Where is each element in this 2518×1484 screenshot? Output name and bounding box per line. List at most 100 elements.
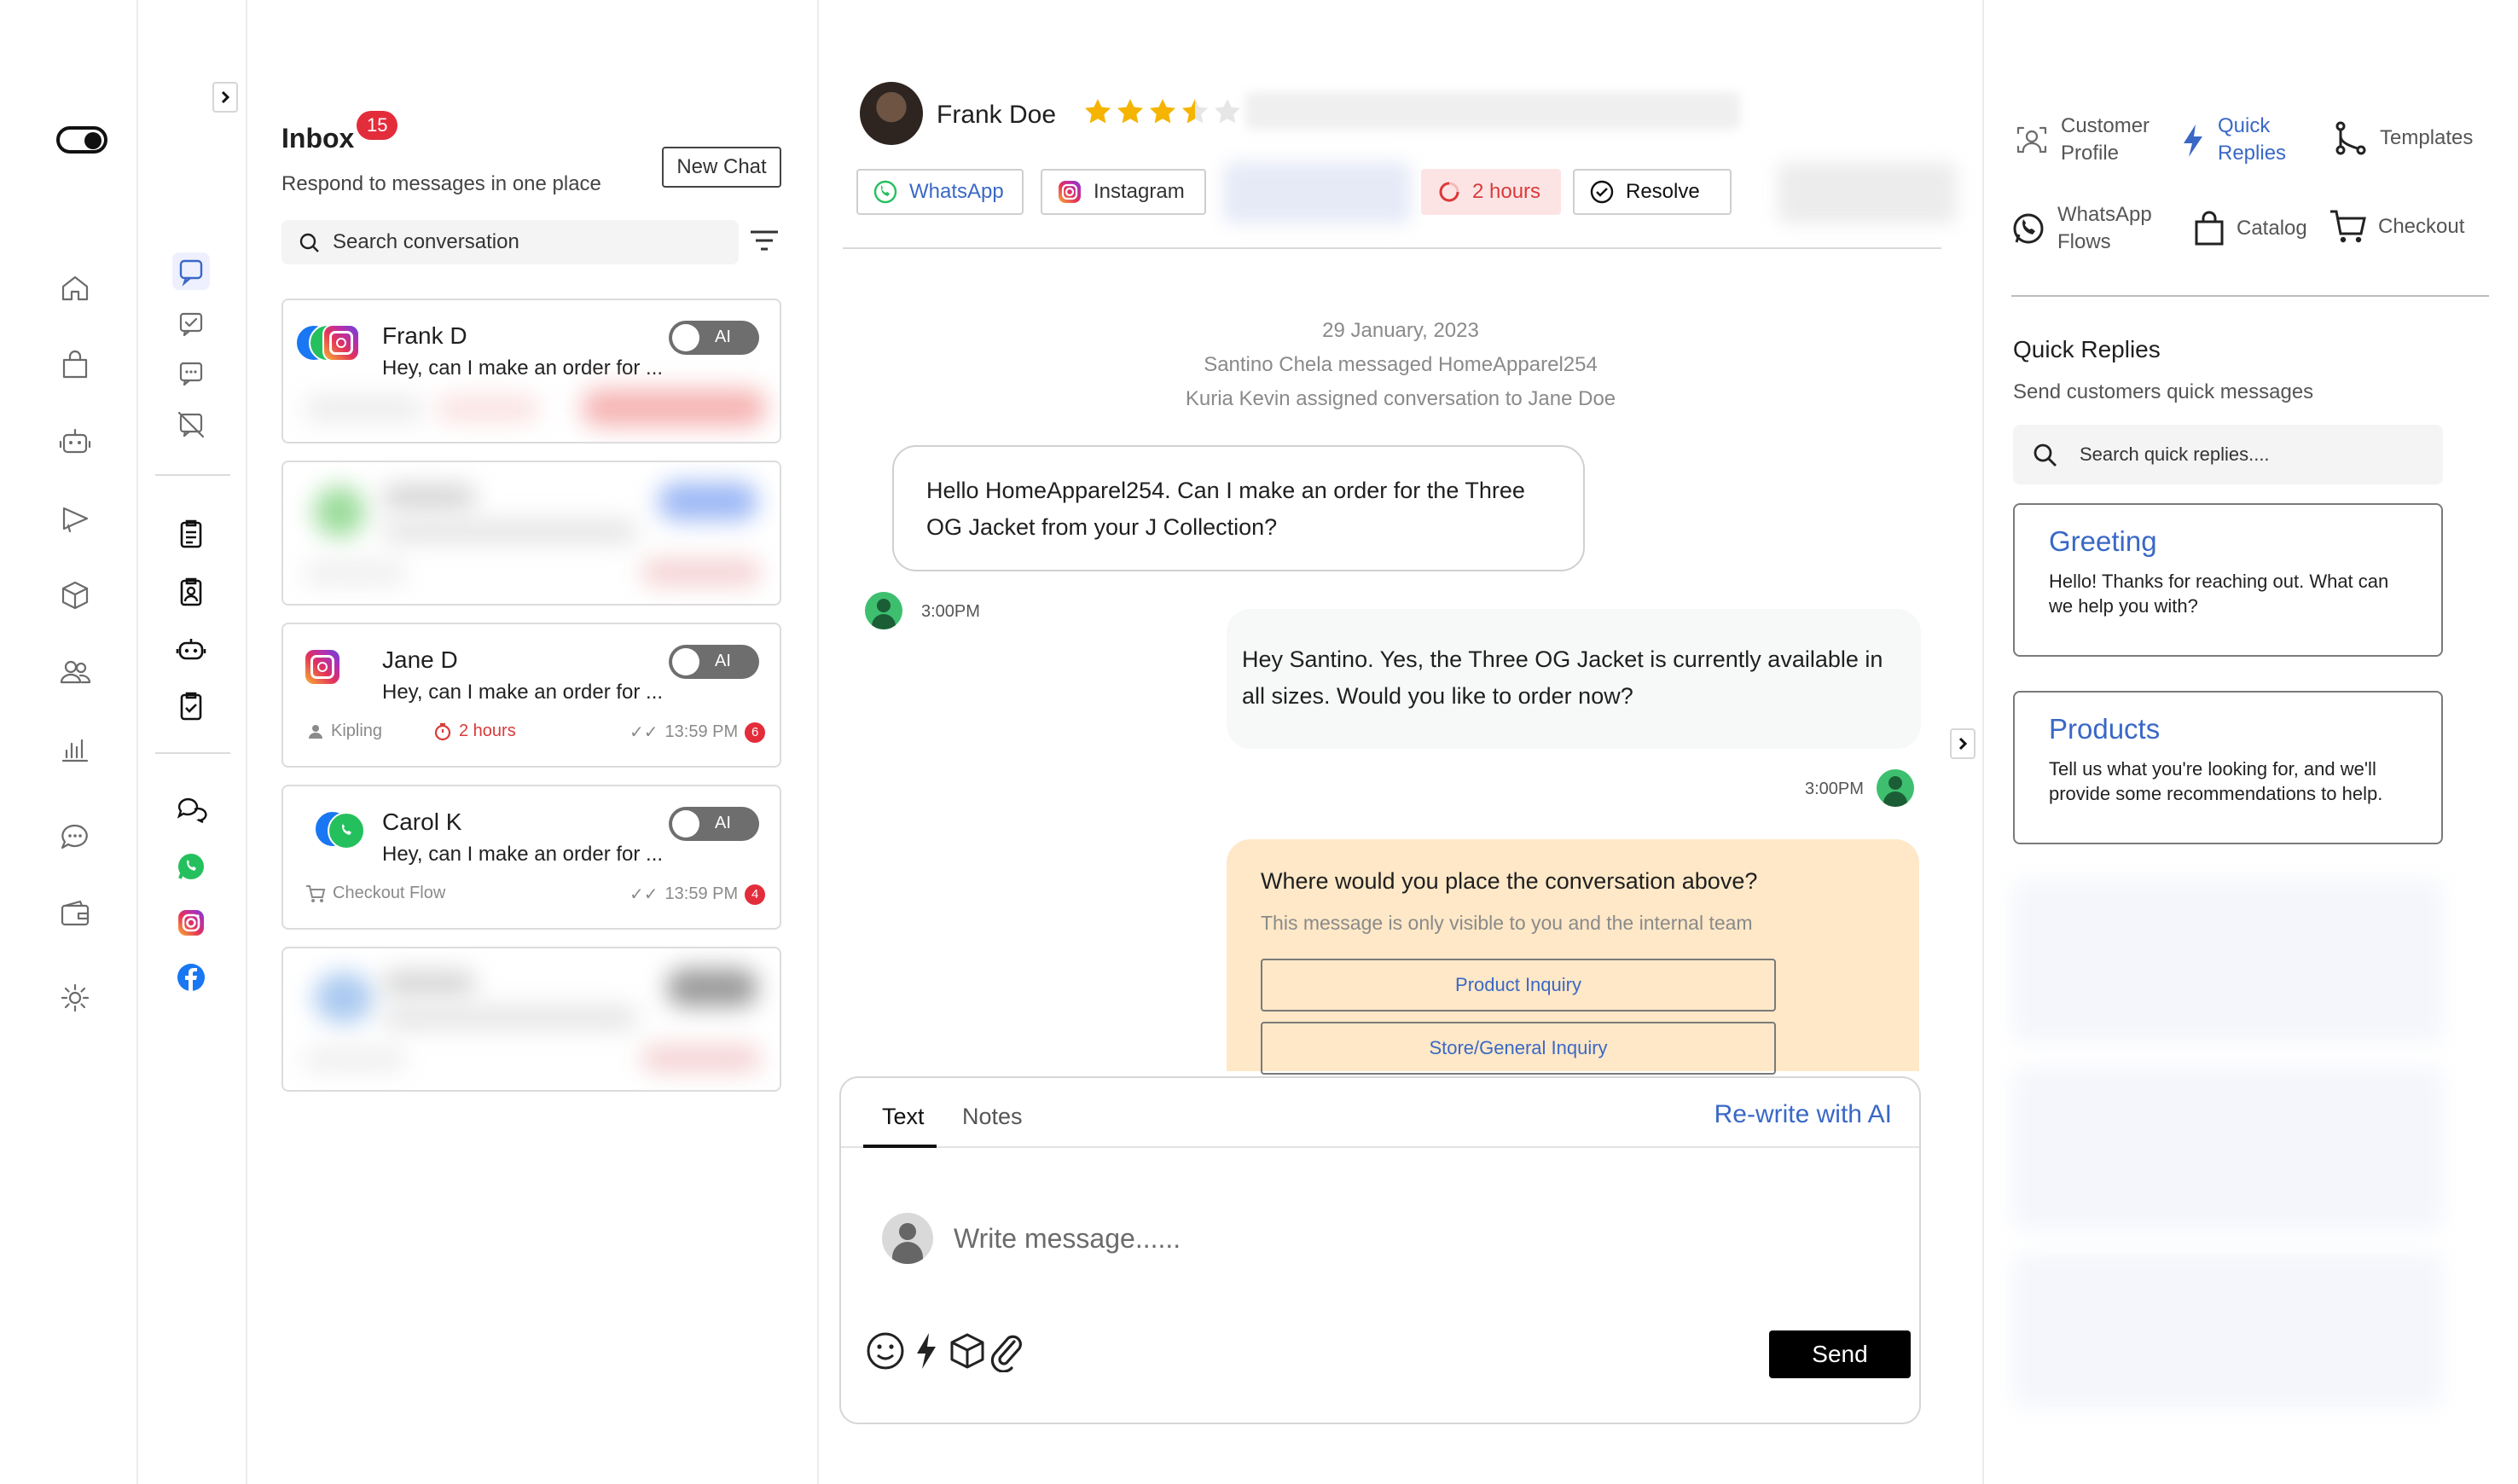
bot-face-icon[interactable]	[172, 631, 210, 669]
instagram-channel-chip[interactable]: Instagram	[1041, 169, 1206, 215]
shopping-bag-icon[interactable]	[56, 346, 94, 384]
search-icon	[2034, 443, 2057, 467]
collapse-right-panel-button[interactable]	[1950, 728, 1976, 759]
search-quick-replies-input[interactable]: Search quick replies....	[2013, 425, 2443, 484]
resolved-chat-icon[interactable]	[172, 305, 210, 343]
tab-notes[interactable]: Notes	[962, 1104, 1023, 1130]
templates-tool[interactable]: Templates	[2332, 119, 2473, 157]
whatsapp-channel-chip[interactable]: WhatsApp	[856, 169, 1024, 215]
user-icon	[309, 724, 322, 739]
contact-name: Frank Doe	[937, 101, 1057, 129]
inbox-unread-badge: 15	[357, 111, 398, 140]
users-icon[interactable]	[56, 653, 94, 691]
whatsapp-icon[interactable]	[172, 848, 210, 885]
clipboard-user-icon[interactable]	[172, 573, 210, 611]
quick-replies-tool[interactable]: Quick Replies	[2177, 113, 2286, 168]
tab-divider	[841, 1146, 1919, 1148]
new-chat-button[interactable]: New Chat	[662, 147, 781, 188]
system-event: Santino Chela messaged HomeApparel254	[1204, 353, 1598, 376]
internal-classification-prompt: Where would you place the conversation a…	[1227, 839, 1919, 1075]
instagram-icon[interactable]	[172, 904, 210, 942]
all-chats-icon[interactable]	[172, 252, 210, 290]
contact-avatar[interactable]	[860, 82, 923, 145]
tab-text[interactable]: Text	[882, 1104, 925, 1130]
pending-chat-icon[interactable]	[172, 355, 210, 392]
instagram-icon	[1059, 181, 1081, 203]
resolve-button[interactable]: Resolve	[1573, 169, 1732, 215]
ai-toggle[interactable]: AI	[669, 321, 759, 355]
agent-avatar	[1877, 769, 1914, 807]
muted-chat-icon[interactable]	[172, 406, 210, 443]
outgoing-message: Hey Santino. Yes, the Three OG Jacket is…	[1227, 609, 1921, 749]
box-icon[interactable]	[56, 577, 94, 614]
whatsapp-icon	[2013, 213, 2044, 244]
blurred-meta	[582, 389, 766, 426]
blurred-avatar	[314, 972, 374, 1023]
settings-gear-icon[interactable]	[56, 979, 94, 1017]
blurred-meta	[641, 559, 761, 585]
ai-toggle[interactable]: AI	[669, 645, 759, 679]
send-button[interactable]: Send	[1769, 1330, 1911, 1378]
cart-icon	[306, 884, 326, 902]
conversation-card-blurred[interactable]	[281, 947, 781, 1092]
divider	[155, 752, 230, 754]
checkout-tool[interactable]: Checkout	[2329, 208, 2464, 246]
product-inquiry-button[interactable]: Product Inquiry	[1261, 959, 1776, 1012]
conversation-card-carol[interactable]: f Carol K Hey, can I make an order for .…	[281, 785, 781, 930]
last-message-time: ✓✓ 13:59 PM 4	[630, 884, 766, 905]
quick-reply-card-products[interactable]: Products Tell us what you're looking for…	[2013, 691, 2443, 844]
instagram-icon	[304, 648, 341, 686]
home-icon[interactable]	[56, 270, 94, 307]
catalog-tool[interactable]: Catalog	[2192, 210, 2307, 247]
blurred-quick-reply-card	[2013, 880, 2443, 1042]
wallet-icon[interactable]	[56, 896, 94, 933]
conversation-date: 29 January, 2023	[1322, 319, 1479, 342]
rewrite-with-ai-button[interactable]: Re-write with AI	[1714, 1100, 1892, 1129]
expand-sidebar-button[interactable]	[212, 82, 238, 113]
chat-bubble-icon[interactable]	[56, 819, 94, 856]
whatsapp-icon	[873, 180, 897, 204]
quick-replies-subtitle: Send customers quick messages	[2013, 380, 2314, 403]
main-nav	[0, 0, 138, 1484]
clipboard-list-icon[interactable]	[172, 515, 210, 553]
conversation-card-frank[interactable]: f Frank D Hey, can I make an order for .…	[281, 299, 781, 443]
conversation-card-blurred[interactable]	[281, 461, 781, 606]
message-time: 3:00PM	[1805, 780, 1864, 798]
conversation-card-jane[interactable]: Jane D Hey, can I make an order for ... …	[281, 623, 781, 768]
filter-icon[interactable]	[749, 227, 780, 258]
blurred-meta	[304, 563, 406, 583]
blurred-toggle	[667, 969, 757, 1006]
customer-avatar	[865, 592, 902, 629]
bot-icon[interactable]	[56, 423, 94, 461]
inbox-subtitle: Respond to messages in one place	[281, 172, 601, 195]
inbox-title: Inbox	[281, 123, 355, 154]
blurred-toggle	[659, 483, 757, 520]
megaphone-icon[interactable]	[56, 500, 94, 537]
whatsapp-flows-tool[interactable]: WhatsApp Flows	[2010, 201, 2152, 257]
timer-icon	[1439, 182, 1459, 202]
instagram-icon	[322, 324, 360, 362]
search-conversation-input[interactable]: Search conversation	[281, 220, 739, 264]
blurred-meta	[641, 1046, 761, 1071]
blurred-meta	[304, 396, 423, 421]
conversations-icon[interactable]	[172, 791, 210, 829]
cart-icon	[2330, 210, 2366, 243]
facebook-icon[interactable]	[172, 959, 210, 996]
quick-reply-card-greeting[interactable]: Greeting Hello! Thanks for reaching out.…	[2013, 503, 2443, 657]
prompt-subtitle: This message is only visible to you and …	[1261, 912, 1753, 934]
theme-toggle[interactable]	[56, 126, 107, 154]
incoming-message: Hello HomeApparel254. Can I make an orde…	[892, 445, 1585, 571]
analytics-icon[interactable]	[56, 730, 94, 768]
message-input[interactable]	[954, 1218, 1772, 1259]
customer-profile-tool[interactable]: Customer Profile	[2013, 113, 2150, 168]
blurred-meta	[304, 1049, 406, 1070]
star-icon	[1215, 99, 1240, 124]
star-icon	[1150, 99, 1175, 124]
quick-reply-title: Products	[2049, 713, 2161, 745]
wait-timer-chip[interactable]: 2 hours	[1421, 169, 1561, 215]
quick-reply-text: Hello! Thanks for reaching out. What can…	[2049, 571, 2389, 617]
store-general-inquiry-button[interactable]: Store/General Inquiry	[1261, 1022, 1776, 1075]
clipboard-check-icon[interactable]	[172, 687, 210, 725]
paperclip-icon[interactable]	[983, 1327, 1030, 1375]
ai-toggle[interactable]: AI	[669, 807, 759, 841]
